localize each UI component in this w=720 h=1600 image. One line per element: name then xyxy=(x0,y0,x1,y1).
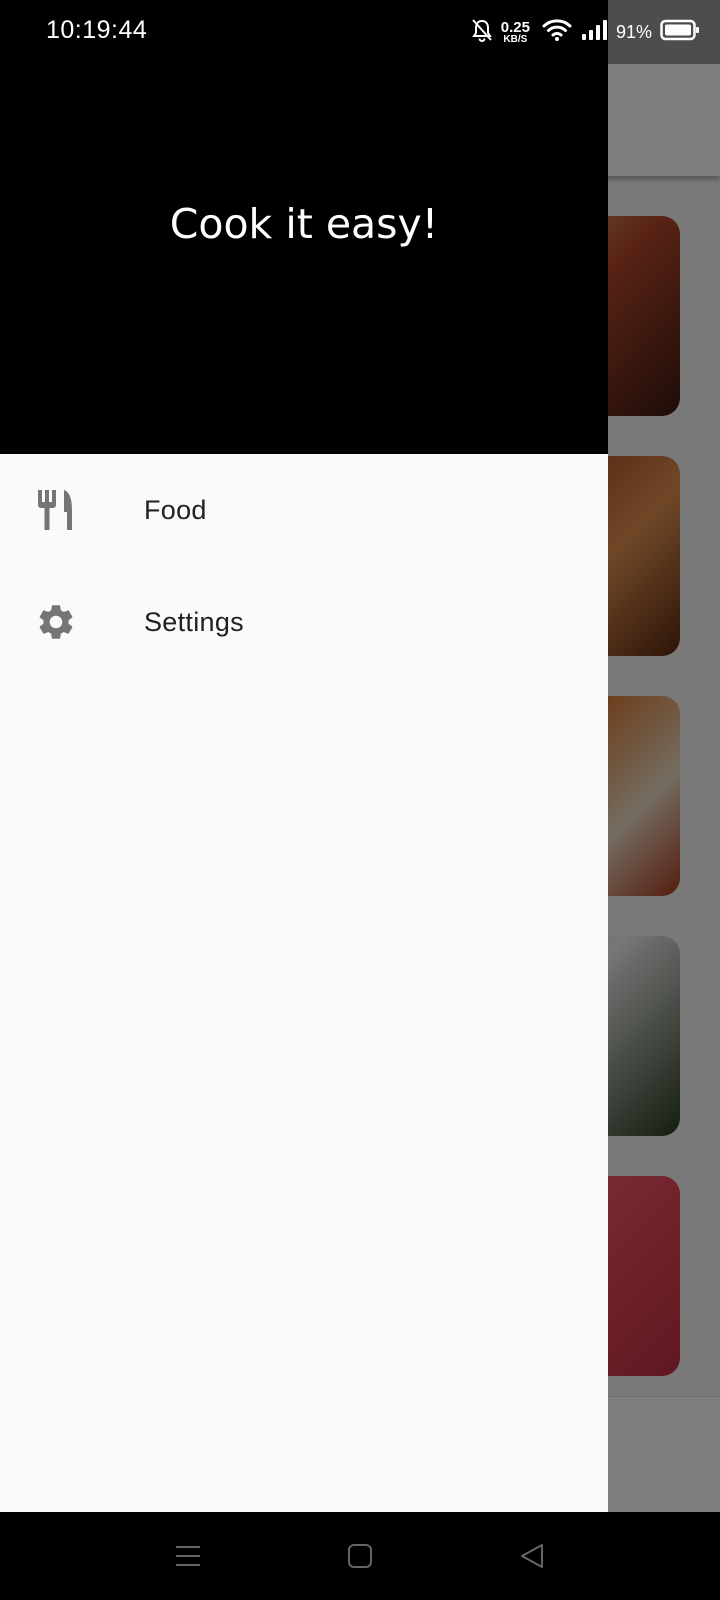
bell-off-icon xyxy=(471,18,493,47)
navigation-drawer: Cook it easy! Food Settings xyxy=(0,0,608,1512)
screen: Cook it easy! Food Settings 10:19:44 0.2… xyxy=(0,0,720,1600)
drawer-title: Cook it easy! xyxy=(169,200,439,248)
network-speed-value: 0.25 xyxy=(500,18,530,36)
drawer-menu: Food Settings xyxy=(0,454,608,678)
battery-icon xyxy=(660,18,700,47)
menu-item-label: Settings xyxy=(144,606,244,637)
status-time: 10:19:44 xyxy=(46,16,148,44)
back-icon[interactable] xyxy=(510,1534,554,1578)
signal-icon xyxy=(580,18,608,47)
menu-item-settings[interactable]: Settings xyxy=(0,566,608,678)
fork-knife-icon xyxy=(34,488,78,532)
gear-icon xyxy=(34,600,78,644)
system-nav-bar xyxy=(0,1512,720,1600)
menu-item-food[interactable]: Food xyxy=(0,454,608,566)
network-speed: 0.25 KB/S xyxy=(501,20,530,45)
status-icons: 0.25 KB/S 91% xyxy=(471,14,700,50)
wifi-icon xyxy=(542,18,572,47)
battery-percent: 91% xyxy=(615,21,652,42)
menu-item-label: Food xyxy=(144,494,207,525)
drawer-header: Cook it easy! xyxy=(0,0,608,454)
menu-icon[interactable] xyxy=(166,1534,210,1578)
status-bar: 10:19:44 0.25 KB/S 91% xyxy=(0,0,720,64)
network-speed-unit: KB/S xyxy=(503,33,528,45)
home-icon[interactable] xyxy=(338,1534,382,1578)
